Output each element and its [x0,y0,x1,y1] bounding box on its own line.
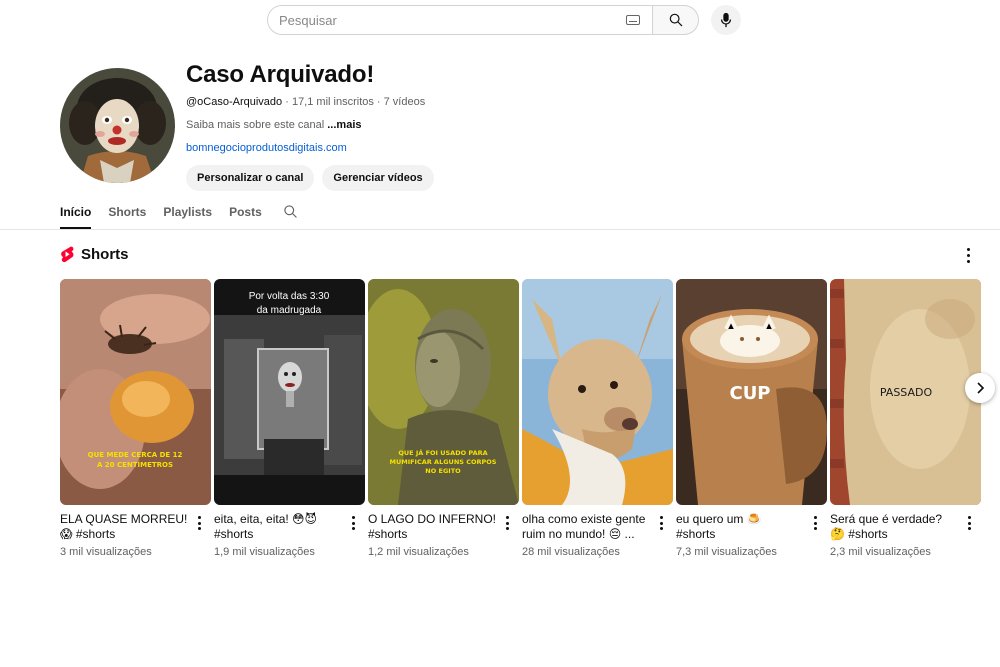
tabs-divider [0,229,1000,230]
tab-shorts[interactable]: Shorts [108,201,146,229]
channel-about[interactable]: Saiba mais sobre este canal ...mais [186,119,434,131]
shorts-section-menu-button[interactable] [961,246,975,264]
channel-handle: @oCaso-Arquivado [186,96,283,108]
short-card[interactable]: QUE JÁ FOI USADO PARA MUMIFICAR ALGUNS C… [368,279,519,558]
short-card[interactable]: CUP eu quero um 🍮 #shorts 7,3 mil visual… [676,279,827,558]
tab-playlists[interactable]: Playlists [163,201,212,229]
manage-videos-button[interactable]: Gerenciar vídeos [322,165,434,191]
channel-about-more[interactable]: ...mais [327,119,361,131]
thumbnail-caption: CUP [729,383,770,404]
short-title[interactable]: O LAGO DO INFERNO! #shorts [368,512,496,542]
short-menu-button[interactable] [348,516,358,530]
tab-posts[interactable]: Posts [229,201,262,229]
short-views: 3 mil visualizações [60,546,152,558]
shorts-section-header: Shorts [60,246,129,263]
short-title[interactable]: eita, eita, eita! 😳😈 #shorts [214,512,342,542]
channel-stats: · 17,1 mil inscritos · 7 vídeos [282,96,426,108]
short-thumbnail[interactable]: QUE JÁ FOI USADO PARA MUMIFICAR ALGUNS C… [368,279,519,505]
short-views: 28 mil visualizações [522,546,620,558]
shorts-logo-icon [61,246,74,263]
short-thumbnail[interactable]: QUE MEDE CERCA DE 12 A 20 CENTÍMETROS [60,279,211,505]
search-button[interactable] [653,5,699,35]
short-views: 7,3 mil visualizações [676,546,777,558]
short-menu-button[interactable] [194,516,204,530]
microphone-icon [720,12,732,28]
search-icon [669,13,682,27]
short-title[interactable]: ELA QUASE MORREU! 😱 #shorts [60,512,188,542]
shelf-next-button[interactable] [965,373,995,403]
voice-search-button[interactable] [711,5,741,35]
chevron-right-icon [977,382,985,394]
thumbnail-caption: NO EGITO [425,467,461,475]
thumbnail-caption: Por volta das 3:30 [249,291,330,302]
short-menu-button[interactable] [810,516,820,530]
short-thumbnail[interactable]: CUP [676,279,827,505]
short-views: 1,9 mil visualizações [214,546,315,558]
thumbnail-caption: A 20 CENTÍMETROS [97,460,173,469]
short-thumbnail[interactable]: PASSADO [830,279,981,505]
short-thumbnail[interactable]: Por volta das 3:30 da madrugada [214,279,365,505]
thumbnail-caption: da madrugada [257,305,322,316]
short-title[interactable]: olha como existe gente ruim no mundo! 😔 … [522,512,650,542]
customize-channel-button[interactable]: Personalizar o canal [186,165,315,191]
short-views: 2,3 mil visualizações [830,546,931,558]
short-menu-button[interactable] [502,516,512,530]
channel-name: Caso Arquivado! [186,61,375,88]
channel-about-text[interactable]: Saiba mais sobre este canal [186,119,327,131]
tab-search-button[interactable] [283,204,298,224]
channel-meta: @oCaso-Arquivado · 17,1 mil inscritos · … [186,96,434,108]
short-card[interactable]: olha como existe gente ruim no mundo! 😔 … [522,279,673,558]
search-input[interactable] [279,12,626,28]
search-bar [267,5,741,35]
channel-avatar[interactable] [60,68,175,183]
channel-actions: Personalizar o canal Gerenciar vídeos [186,165,434,191]
channel-info: Caso Arquivado! @oCaso-Arquivado · 17,1 … [186,60,434,191]
thumbnail-caption: PASSADO [880,386,933,399]
search-box[interactable] [267,5,653,35]
thumbnail-caption: QUE JÁ FOI USADO PARA [398,448,487,457]
short-card[interactable]: Por volta das 3:30 da madrugada eita, ei… [214,279,365,558]
channel-tabs: Início Shorts Playlists Posts [60,201,298,229]
keyboard-icon[interactable] [626,15,640,25]
shorts-section-title: Shorts [81,246,129,263]
channel-link[interactable]: bomnegocioprodutosdigitais.com [186,142,434,154]
short-menu-button[interactable] [964,516,974,530]
short-card[interactable]: PASSADO Será que é verdade? 🤔 #shorts 2,… [830,279,981,558]
tab-home[interactable]: Início [60,201,92,229]
short-views: 1,2 mil visualizações [368,546,469,558]
short-menu-button[interactable] [656,516,666,530]
short-title[interactable]: Será que é verdade? 🤔 #shorts [830,512,958,542]
thumbnail-caption: QUE MEDE CERCA DE 12 [88,451,183,459]
short-thumbnail[interactable] [522,279,673,505]
search-icon [284,205,297,218]
short-card[interactable]: QUE MEDE CERCA DE 12 A 20 CENTÍMETROS EL… [60,279,211,558]
thumbnail-caption: MUMIFICAR ALGUNS CORPOS [389,458,496,466]
short-title[interactable]: eu quero um 🍮 #shorts [676,512,804,542]
